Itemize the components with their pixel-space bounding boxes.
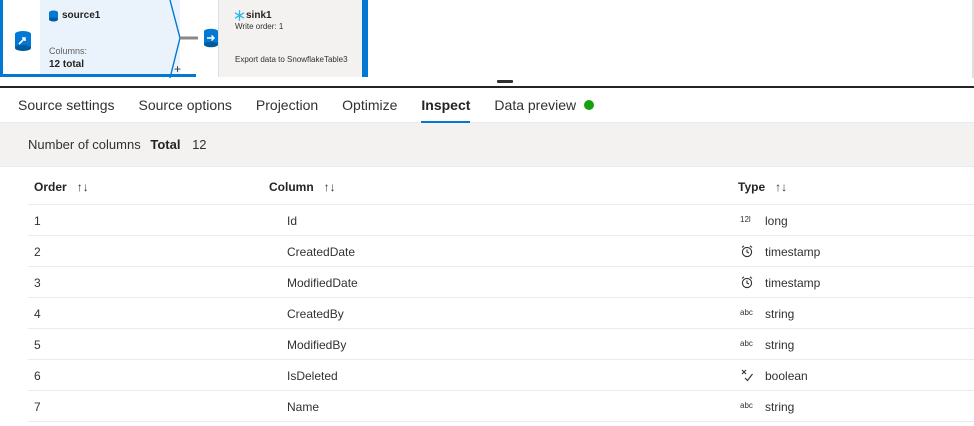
header-column-label: Column (269, 180, 314, 194)
tab-data-preview[interactable]: Data preview (494, 88, 595, 123)
row-type: timestamp (765, 276, 821, 290)
source-columns-label: Columns: (49, 46, 88, 56)
row-order: 3 (34, 276, 41, 290)
row-order: 7 (34, 400, 41, 414)
table-row[interactable]: 5 ModifiedBy abc string (28, 329, 974, 360)
header-column[interactable]: Column ↑↓ (269, 180, 336, 194)
panel-resize-handle[interactable] (497, 80, 513, 83)
source-node-accent (0, 0, 3, 77)
snowflake-icon (234, 10, 245, 21)
tab-source-options[interactable]: Source options (139, 88, 232, 123)
header-type-label: Type (738, 180, 766, 194)
summary-total-label: Total (150, 137, 181, 152)
row-type: string (765, 400, 795, 414)
boolean-type-icon (740, 368, 756, 382)
row-order: 4 (34, 307, 41, 321)
row-column-name: IsDeleted (287, 369, 338, 383)
source-node-title: source1 (62, 10, 101, 21)
string-type-icon: abc (740, 308, 753, 317)
row-type: timestamp (765, 245, 821, 259)
table-row[interactable]: 2 CreatedDate timestamp (28, 236, 974, 267)
table-body: 1 Id 12l long 2 CreatedDate timestamp 3 Modified… (28, 205, 974, 422)
row-column-name: Id (287, 214, 298, 228)
timestamp-type-icon (740, 275, 756, 289)
sort-icon[interactable]: ↑↓ (775, 180, 787, 194)
row-order: 5 (34, 338, 41, 352)
table-row[interactable]: 7 Name abc string (28, 391, 974, 422)
dataflow-canvas[interactable]: source1 Columns: 12 total + sink1 Write … (0, 0, 974, 78)
tab-inspect[interactable]: Inspect (421, 88, 471, 123)
table-row[interactable]: 3 ModifiedDate timestamp (28, 267, 974, 298)
tab-source-settings[interactable]: Source settings (18, 88, 115, 123)
tab-data-preview-label: Data preview (494, 97, 577, 113)
row-type: boolean (765, 369, 808, 383)
header-type[interactable]: Type ↑↓ (738, 180, 787, 194)
header-order-label: Order (34, 180, 67, 194)
sort-icon[interactable]: ↑↓ (77, 180, 89, 194)
string-type-icon: abc (740, 339, 753, 348)
sink-export-text: Export data to SnowflakeTable3 (235, 55, 348, 64)
tab-optimize[interactable]: Optimize (342, 88, 397, 123)
long-type-icon: 12l (740, 215, 751, 224)
table-row[interactable]: 4 CreatedBy abc string (28, 298, 974, 329)
tab-projection[interactable]: Projection (256, 88, 318, 123)
table-row[interactable]: 1 Id 12l long (28, 205, 974, 236)
summary-label: Number of columns (28, 137, 141, 152)
row-type: long (765, 214, 788, 228)
row-column-name: ModifiedBy (287, 338, 347, 352)
row-column-name: ModifiedDate (287, 276, 358, 290)
table-row[interactable]: 6 IsDeleted boolean (28, 360, 974, 391)
header-order[interactable]: Order ↑↓ (34, 180, 89, 194)
columns-summary: Number of columns Total 12 (0, 123, 974, 167)
row-column-name: CreatedDate (287, 245, 356, 259)
source-transform-icon (15, 31, 31, 51)
status-ok-icon (584, 100, 595, 110)
table-header: Order ↑↓ Column ↑↓ Type ↑↓ (28, 167, 974, 205)
row-order: 1 (34, 214, 41, 228)
summary-total-value: 12 (192, 137, 207, 152)
row-order: 2 (34, 245, 41, 259)
sink-node-title: sink1 (246, 10, 272, 21)
timestamp-type-icon (740, 244, 756, 258)
sink-node[interactable]: sink1 Write order: 1 Export data to Snow… (198, 0, 368, 77)
sink-node-accent (362, 0, 368, 77)
add-transform-icon[interactable]: + (174, 63, 181, 75)
sort-icon[interactable]: ↑↓ (324, 180, 336, 194)
inspect-table: Order ↑↓ Column ↑↓ Type ↑↓ 1 Id 12l long 2 Creat… (28, 167, 974, 422)
row-column-name: CreatedBy (287, 307, 344, 321)
row-order: 6 (34, 369, 41, 383)
database-icon (49, 10, 58, 22)
settings-tabs: Source settings Source options Projectio… (0, 88, 974, 123)
row-type: string (765, 307, 795, 321)
sink-write-order: Write order: 1 (235, 22, 284, 31)
row-type: string (765, 338, 795, 352)
string-type-icon: abc (740, 401, 753, 410)
source-columns-value: 12 total (49, 59, 85, 70)
row-column-name: Name (287, 400, 320, 414)
